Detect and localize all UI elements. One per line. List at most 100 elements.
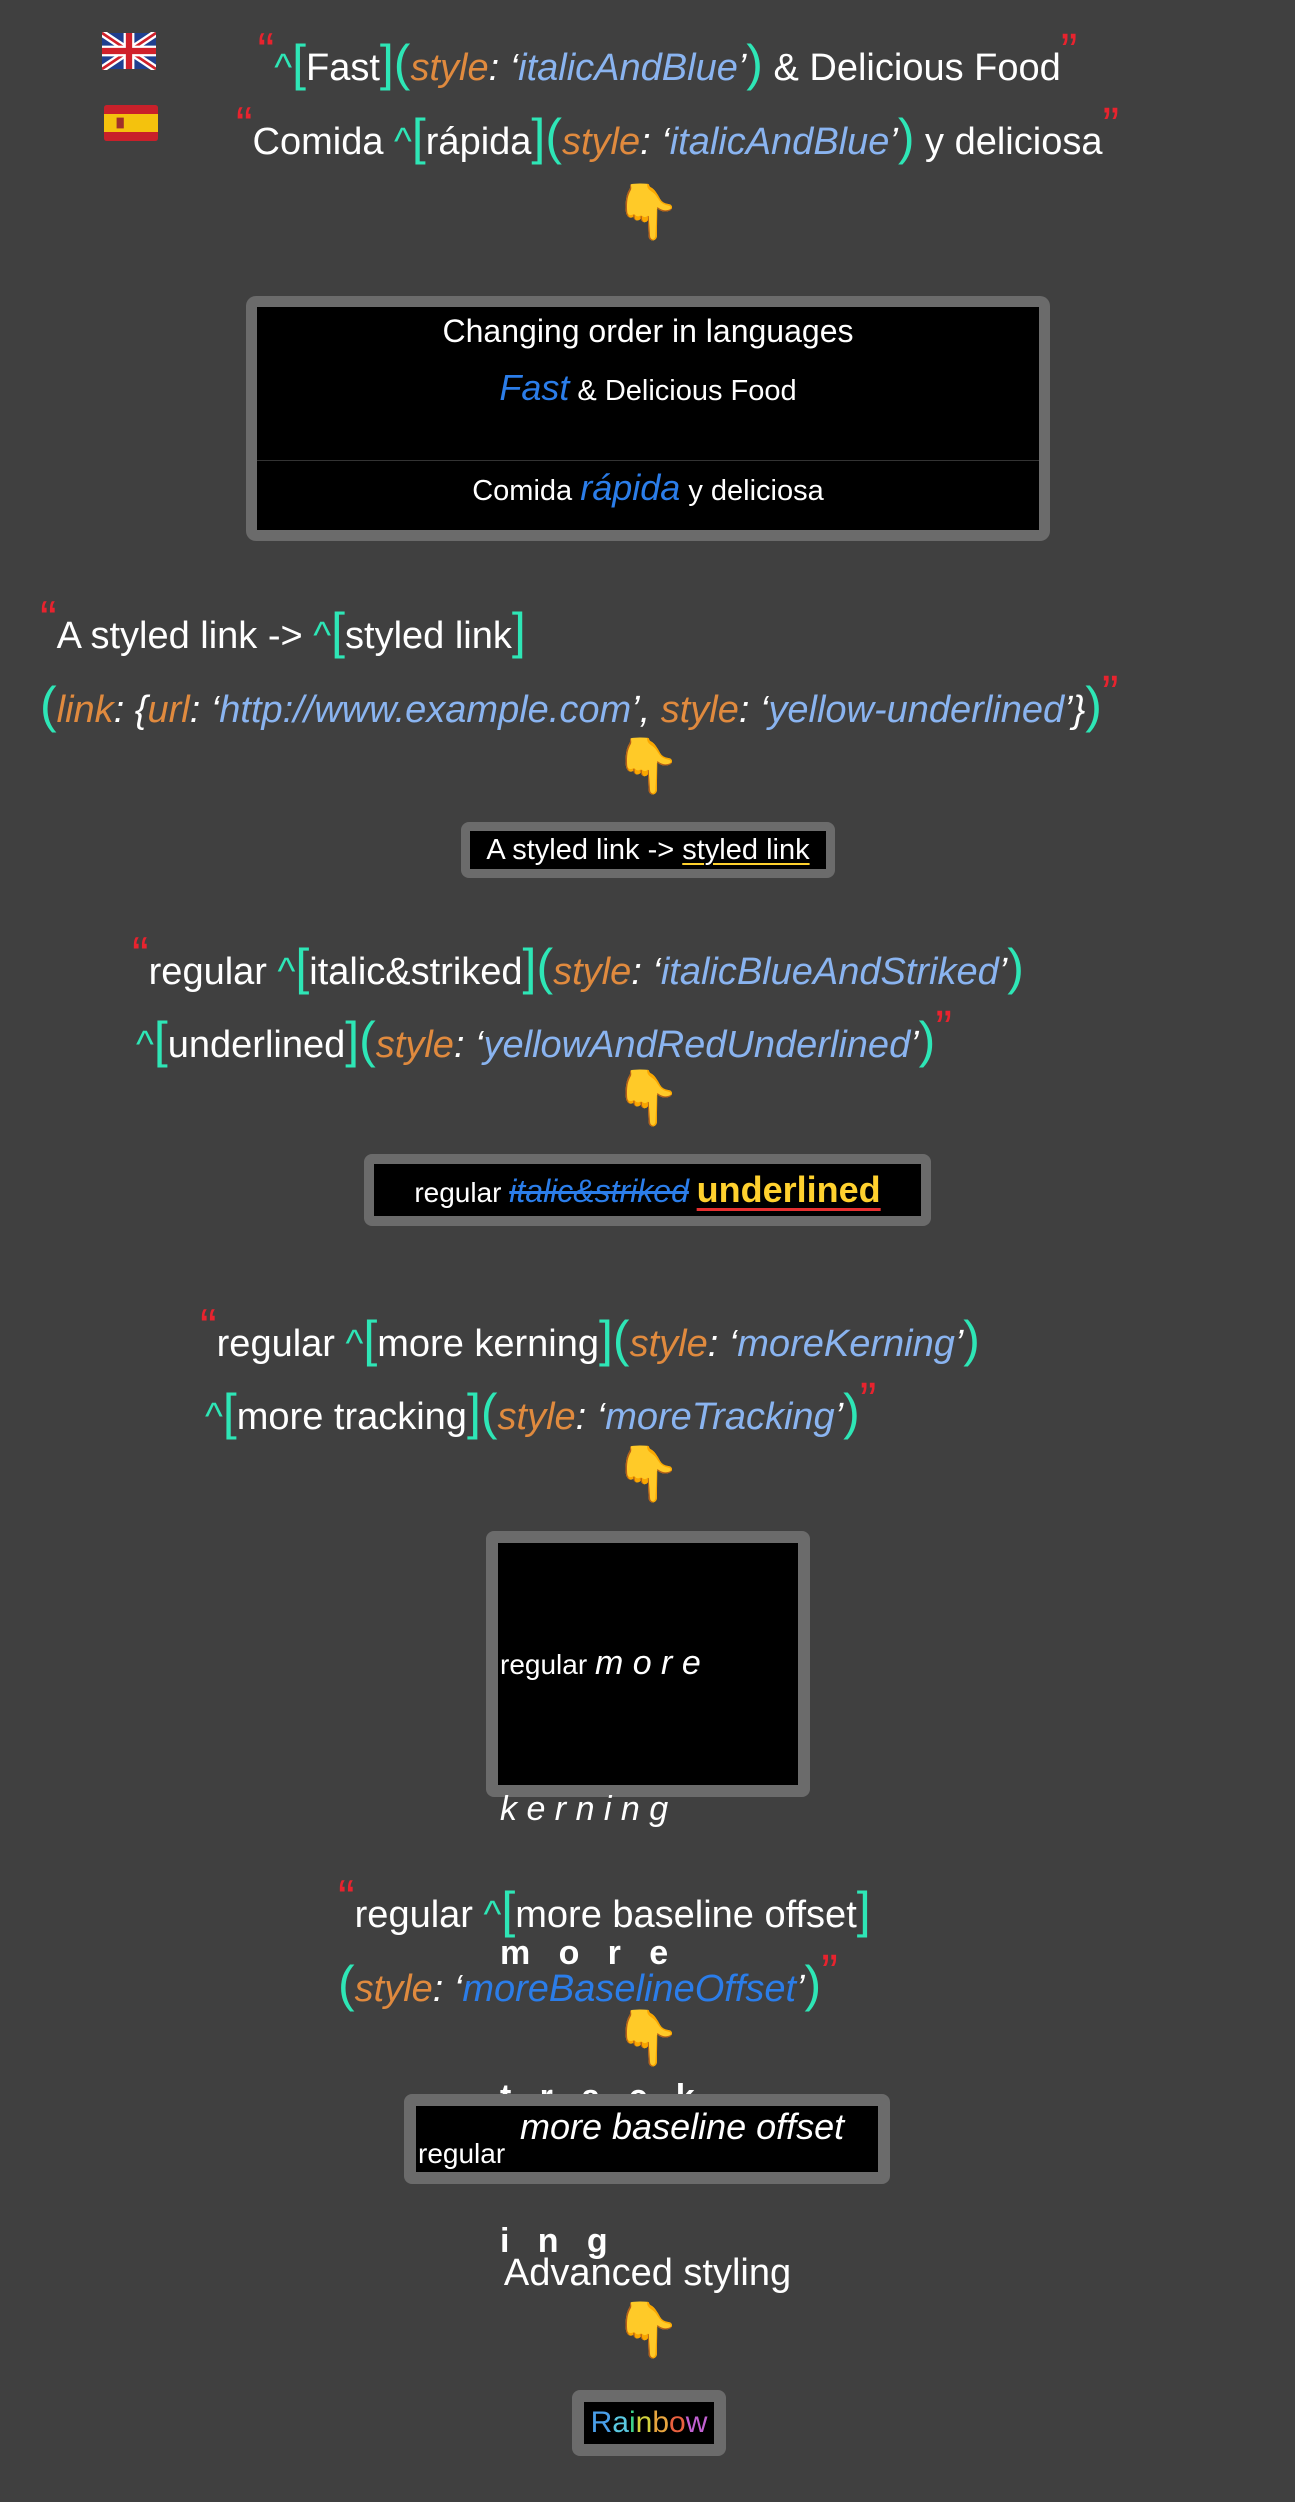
prefix-text: regular [148, 951, 278, 993]
style-value: italicAndBlue [518, 47, 738, 89]
paren: ( [612, 1311, 630, 1367]
colon: : ‘ [453, 1024, 484, 1066]
open-quote: “ [235, 97, 253, 153]
styled-link[interactable]: styled link [682, 834, 809, 866]
more-kerning-part-2: k e r n i n g [500, 1790, 669, 1828]
bracket: [ [292, 35, 306, 91]
prefix-text: regular [216, 1323, 346, 1365]
prefix-text: A styled link -> [56, 615, 314, 657]
pointing-down-icon: 👇 [613, 2300, 682, 2360]
style-value: moreBaselineOffset [462, 1968, 797, 2010]
kerning-format-line-1: “regular ^[more kerning](style: ‘moreKer… [200, 1300, 980, 1371]
link-prefix: A styled link -> [486, 834, 683, 866]
styled-word: underlined [167, 1024, 346, 1066]
pointing-down-icon: 👇 [613, 1444, 682, 1504]
bracket: [ [153, 1012, 168, 1068]
style-value: yellowAndRedUnderlined [483, 1024, 911, 1066]
styled-word: rápida [425, 121, 532, 163]
style-key: style [410, 47, 489, 89]
paren: ( [545, 109, 562, 165]
bracket: [ [295, 939, 310, 995]
open-quote: “ [200, 1299, 217, 1355]
spanish-result: Comida rápida y deliciosa [257, 467, 1039, 509]
baseline-result-frame: regular more baseline offset [404, 2094, 890, 2184]
rainbow-letter: b [652, 2406, 670, 2439]
style-value: italicAndBlue [669, 121, 890, 163]
style-key: style [497, 1396, 576, 1438]
rainbow-letter: a [612, 2406, 629, 2439]
baseline-format-line-1: “regular ^[more baseline offset] [338, 1871, 871, 1942]
result-divider [257, 460, 1039, 461]
style-key: style [354, 1968, 433, 2010]
style-key: style [375, 1024, 454, 1066]
bracket: ] [466, 1384, 481, 1440]
pointing-down-icon: 👇 [613, 736, 682, 796]
languages-result-frame: Changing order in languages Fast & Delic… [246, 296, 1050, 541]
caret: ^ [483, 1894, 502, 1936]
italic-striked-text: italic&striked [509, 1173, 689, 1209]
spanish-prefix: Comida [472, 475, 581, 507]
caret: ^ [345, 1323, 364, 1365]
paren: ) [804, 1956, 822, 2012]
prefix-text: Comida [252, 121, 395, 163]
bracket: [ [331, 603, 346, 659]
close-tick: ’ [796, 1968, 805, 2010]
bracket: ] [531, 109, 546, 165]
kerning-format-line-2: ^[more tracking](style: ‘moreTracking’)” [205, 1373, 876, 1444]
colon: : ‘ [631, 951, 661, 993]
rainbow-letter: R [590, 2406, 613, 2439]
link-format-line-1: “A styled link -> ^[styled link] [40, 592, 526, 663]
close-tick: ’ [834, 1396, 844, 1438]
bracket: ] [599, 1311, 613, 1367]
kerning-line-1: regular m o r e [500, 1639, 798, 1689]
strike-format-line-2: ^[underlined](style: ‘yellowAndRedUnderl… [136, 1001, 952, 1072]
caret: ^ [205, 1396, 223, 1438]
styled-word: italic&striked [309, 951, 523, 993]
rainbow-letter: n [635, 2406, 653, 2439]
style-key: style [553, 951, 632, 993]
close-quote: ” [1101, 665, 1119, 721]
style-key: style [561, 121, 641, 163]
rainbow-result-frame: Rainbow [572, 2390, 726, 2456]
rest-text: y deliciosa [914, 121, 1103, 163]
separator: : ‘ [738, 689, 769, 731]
styled-word: Fast [305, 47, 380, 89]
close-quote: ” [935, 1000, 952, 1056]
rainbow-letter: o [669, 2406, 686, 2439]
styled-word: more kerning [377, 1323, 600, 1365]
colon: : ‘ [640, 121, 670, 163]
style-value: moreTracking [605, 1396, 835, 1438]
open-quote: “ [132, 927, 149, 983]
styled-word: more baseline offset [515, 1894, 857, 1936]
paren: ) [897, 109, 915, 165]
paren: ( [338, 1956, 355, 2012]
bracket: [ [501, 1882, 516, 1938]
pointing-down-icon: 👇 [613, 182, 682, 242]
bracket: ] [522, 939, 537, 995]
style-value: yellow-underlined [768, 689, 1065, 731]
style-value: moreKerning [737, 1323, 955, 1365]
paren: ( [536, 939, 554, 995]
close-tick: ’ [889, 121, 898, 163]
english-result: Fast & Delicious Food [257, 367, 1039, 409]
rapida-word: rápida [580, 467, 681, 508]
baseline-offset-text: more baseline offset [520, 2106, 845, 2147]
box-title: Changing order in languages [442, 313, 854, 349]
style-key: style [660, 689, 739, 731]
close-quote: ” [859, 1372, 877, 1428]
english-rest: & Delicious Food [569, 375, 797, 407]
kerning-result-frame: regular m o r e k e r n i n g m o r e t … [486, 1531, 810, 2260]
open-quote: “ [257, 23, 275, 79]
regular-text: regular [414, 1177, 510, 1208]
separator: ’} [1064, 689, 1086, 731]
caret: ^ [136, 1024, 154, 1066]
paren: ( [359, 1012, 376, 1068]
bracket: [ [222, 1384, 237, 1440]
separator: : { [113, 689, 148, 731]
caret: ^ [277, 951, 296, 993]
rest-text: & Delicious Food [762, 47, 1061, 89]
rainbow-result-box: Rainbow [584, 2402, 714, 2444]
caret: ^ [394, 121, 412, 163]
open-quote: “ [338, 1870, 355, 1926]
close-quote: ” [1102, 97, 1120, 153]
